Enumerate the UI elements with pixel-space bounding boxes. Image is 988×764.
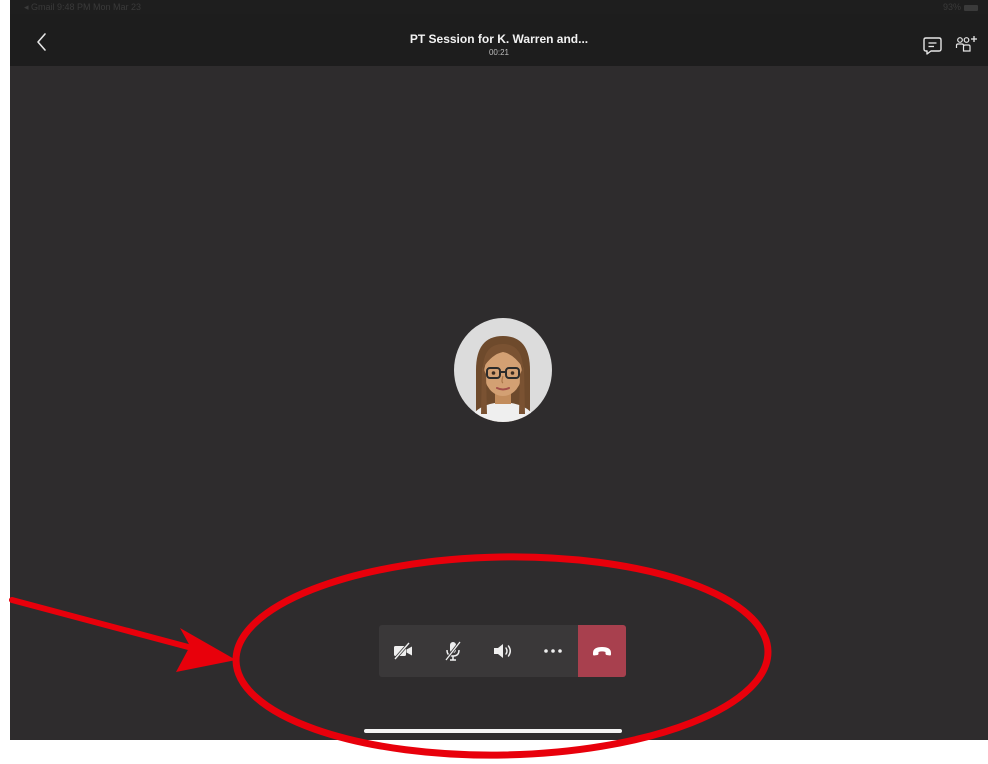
home-indicator[interactable] (364, 729, 622, 733)
add-participants-button[interactable] (954, 34, 980, 56)
chat-button[interactable] (922, 36, 944, 56)
battery-icon (964, 5, 978, 11)
call-header: PT Session for K. Warren and... 00:21 (10, 14, 988, 66)
camera-off-button[interactable] (379, 625, 427, 677)
status-right: 93% (943, 0, 978, 14)
speaker-button[interactable] (479, 625, 527, 677)
more-options-button[interactable] (529, 625, 577, 677)
call-timer: 00:21 (488, 48, 510, 57)
microphone-off-icon (444, 641, 462, 661)
hang-up-icon (593, 647, 611, 656)
participant-avatar (454, 318, 552, 422)
battery-percent: 93% (942, 2, 961, 12)
hang-up-button[interactable] (578, 625, 626, 677)
camera-off-icon (393, 642, 412, 660)
chat-icon (923, 37, 942, 55)
mute-button[interactable] (429, 625, 477, 677)
speaker-icon (494, 644, 511, 658)
call-screen: ◂ Gmail 9:48 PM Mon Mar 23 93% PT Sessio… (10, 0, 988, 740)
call-title-group: PT Session for K. Warren and... 00:21 (10, 32, 988, 58)
more-dots-icon (544, 649, 562, 653)
status-bar: ◂ Gmail 9:48 PM Mon Mar 23 93% (10, 0, 988, 14)
add-participants-icon (955, 36, 977, 52)
call-controls-bar (379, 625, 626, 677)
status-left-text: ◂ Gmail 9:48 PM Mon Mar 23 (24, 2, 142, 12)
person-avatar (470, 336, 536, 422)
call-title: PT Session for K. Warren and... (409, 32, 589, 46)
